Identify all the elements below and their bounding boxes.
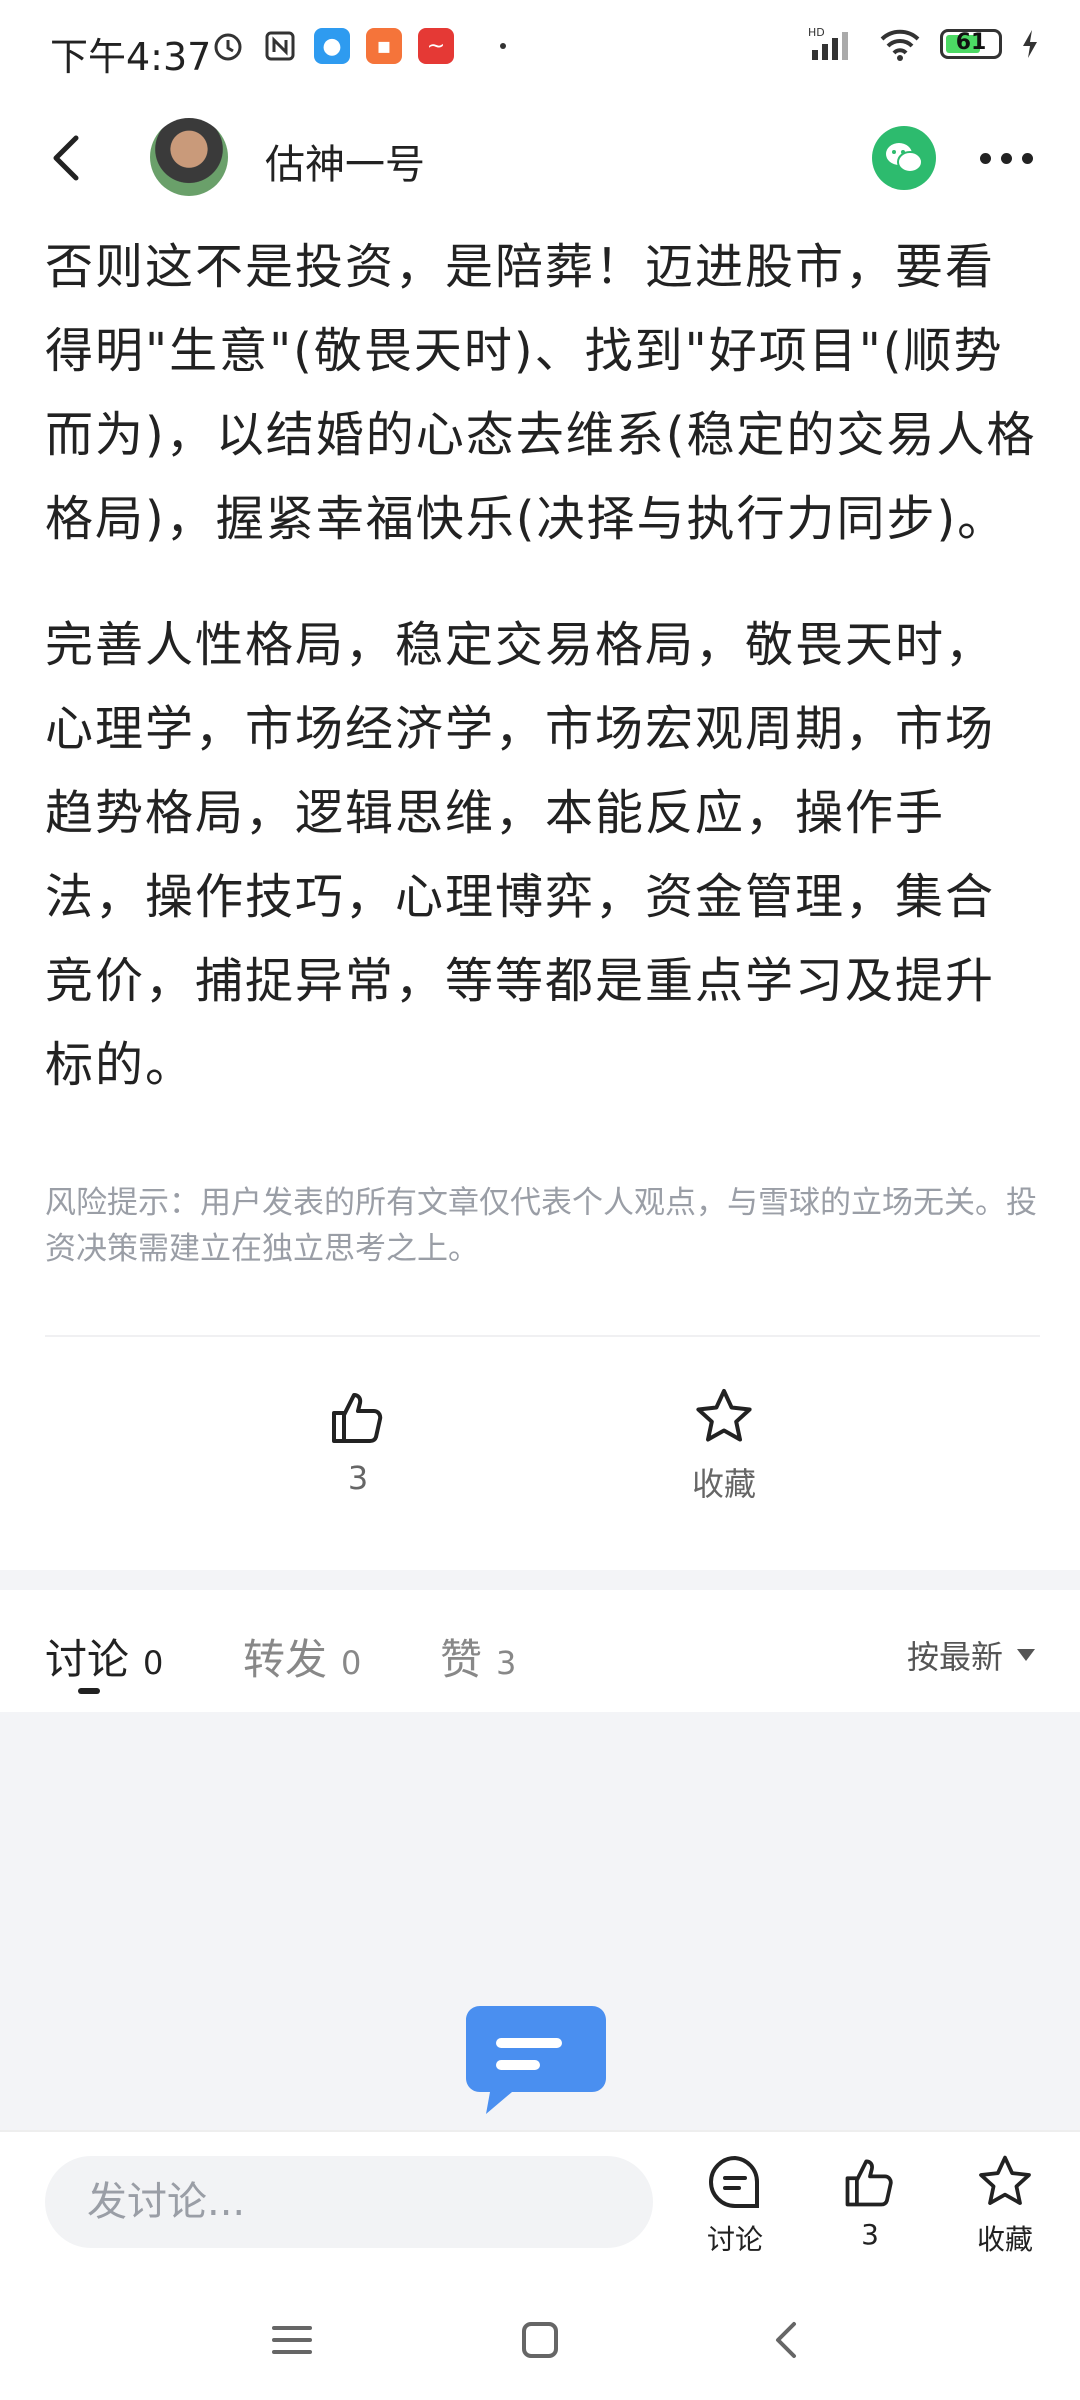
sort-label: 按最新	[906, 1638, 1003, 1676]
bottom-favorite-label: 收藏	[976, 2223, 1033, 2256]
author-avatar[interactable]	[150, 118, 228, 196]
article-paragraph: 完善人性格局，稳定交易格局，敬畏天时，心理学，市场经济学，市场宏观周期，市场趋势…	[45, 617, 996, 1093]
section-separator	[0, 1570, 1080, 1590]
home-icon[interactable]	[510, 2310, 570, 2370]
chat-bubble-icon	[466, 2006, 606, 2114]
app-notification-icon-orange: ▪	[366, 28, 402, 64]
article-paragraph: 否则这不是投资，是陪葬！迈进股市，要看得明"生意"(敬畏天时)、找到"好项目"(…	[45, 239, 1037, 547]
article-actions: 3 收藏	[0, 1385, 1080, 1515]
thumbs-up-icon	[845, 2159, 893, 2207]
more-dot-icon	[1022, 152, 1033, 164]
nfc-icon	[265, 31, 295, 61]
favorite-label: 收藏	[691, 1465, 756, 1503]
risk-notice: 风险提示：用户发表的所有文章仅代表个人观点，与雪球的立场无关。投资决策需建立在独…	[45, 1185, 1037, 1267]
tab-label: 转发	[243, 1635, 328, 1684]
like-button[interactable]: 3	[288, 1385, 428, 1497]
system-nav-bar	[0, 2270, 1080, 2400]
wechat-icon	[886, 143, 923, 173]
bottom-like-count: 3	[861, 2218, 879, 2251]
article-body: 否则这不是投资，是陪葬！迈进股市，要看得明"生意"(敬畏天时)、找到"好项目"(…	[45, 225, 1040, 1149]
tab-likes[interactable]: 赞3	[440, 1626, 516, 1687]
status-bar: 下午4:37 ● ▪ ~ HD 61	[0, 0, 1080, 100]
author-name[interactable]: 估神一号	[265, 132, 425, 190]
notification-icons: ● ▪ ~	[210, 28, 506, 64]
article-header: 估神一号	[0, 110, 1080, 210]
app-notification-icon-blue: ●	[314, 28, 350, 64]
comment-tabs: 讨论 0 转发 0 赞3 按最新	[0, 1590, 1080, 1710]
triangle-down-icon	[1017, 1649, 1035, 1661]
active-tab-indicator	[78, 1688, 100, 1694]
bottom-like-button[interactable]: 3	[820, 2152, 920, 2251]
comment-input[interactable]: 发讨论...	[45, 2156, 653, 2248]
more-notifications-dot	[500, 43, 506, 49]
battery-icon: 61	[940, 29, 1002, 59]
alarm-icon	[214, 33, 242, 61]
tab-label: 讨论	[45, 1635, 130, 1684]
back-button[interactable]	[40, 128, 100, 188]
more-options-button[interactable]	[980, 140, 1040, 176]
network-type-label: HD	[808, 26, 825, 39]
menu-icon[interactable]	[262, 2310, 322, 2370]
comment-icon	[709, 2155, 760, 2208]
tab-count: 0	[341, 1644, 362, 1682]
app-notification-icon-red: ~	[418, 28, 454, 64]
bottom-favorite-button[interactable]: 收藏	[955, 2152, 1055, 2258]
discuss-button[interactable]: 讨论	[685, 2152, 785, 2258]
more-dot-icon	[1001, 152, 1012, 164]
wifi-icon	[880, 29, 920, 61]
bottom-bar: 发讨论... 讨论 3 收藏	[0, 2130, 1080, 2272]
sort-dropdown[interactable]: 按最新	[907, 1632, 1035, 1678]
star-icon	[979, 2155, 1031, 2205]
tab-count: 3	[496, 1644, 517, 1682]
thumbs-up-icon	[332, 1393, 383, 1443]
favorite-button[interactable]: 收藏	[654, 1385, 794, 1505]
tab-discussion[interactable]: 讨论 0	[45, 1626, 163, 1687]
star-icon	[696, 1389, 752, 1442]
tab-label: 赞	[440, 1635, 483, 1684]
nav-back-icon[interactable]	[758, 2310, 818, 2370]
tab-repost[interactable]: 转发 0	[243, 1626, 361, 1687]
wechat-share-button[interactable]	[872, 126, 936, 190]
divider	[45, 1335, 1040, 1337]
discuss-label: 讨论	[706, 2223, 763, 2256]
charging-icon	[1023, 30, 1037, 58]
battery-level: 61	[955, 30, 987, 55]
like-count: 3	[347, 1459, 369, 1497]
system-icons: HD 61	[808, 26, 1040, 62]
more-dot-icon	[980, 152, 991, 164]
tab-count: 0	[143, 1644, 164, 1682]
signal-icon: HD	[808, 26, 848, 60]
status-time: 下午4:37	[50, 35, 212, 79]
